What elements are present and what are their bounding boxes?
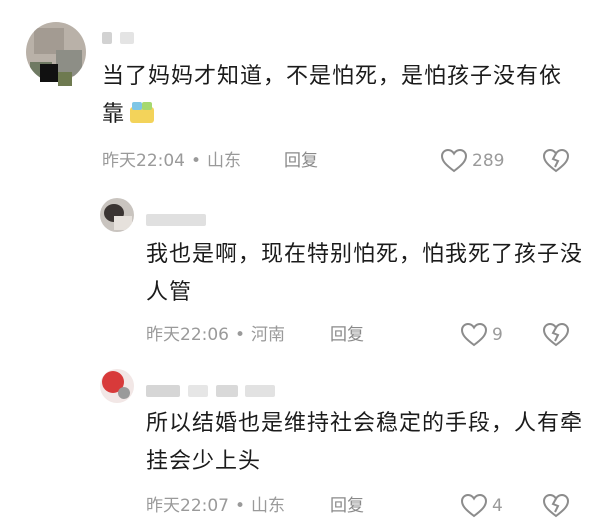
like-button[interactable]: 289 [440,148,504,174]
heart-outline-icon [460,493,488,518]
avatar-badge [58,72,72,86]
comment-text: 所以结婚也是维持社会稳定的手段，人有牵挂会少上头 [146,405,586,481]
like-count: 4 [492,496,503,516]
reply-button[interactable]: 回复 [330,324,364,346]
like-count: 9 [492,325,503,345]
meta-separator: • [235,496,246,516]
comment-item: 当了妈妈才知道，不是怕死，是怕孩子没有依靠 昨天22:04 • 山东 回复 289 [0,0,600,180]
avatar[interactable] [100,369,134,403]
username-redacted[interactable] [146,383,279,397]
dislike-button[interactable] [542,493,570,523]
comment-text: 我也是啊，现在特别怕死，怕我死了孩子没人管 [146,236,586,312]
reply-item: 我也是啊，现在特别怕死，怕我死了孩子没人管 昨天22:06 • 河南 回复 9 [0,180,600,355]
meta-separator: • [191,151,202,171]
broken-heart-icon [542,493,570,518]
heart-outline-icon [440,148,468,173]
like-count: 289 [472,151,505,171]
comment-meta: 昨天22:07 • 山东 [146,495,285,517]
dislike-button[interactable] [542,322,570,352]
username-redacted[interactable] [146,212,210,226]
meta-separator: • [235,325,246,345]
heart-outline-icon [460,322,488,347]
comment-time: 昨天22:06 [146,325,229,345]
dislike-button[interactable] [542,148,570,178]
comment-meta: 昨天22:06 • 河南 [146,324,285,346]
broken-heart-icon [542,148,570,173]
yellow-sticker-emoji-icon [129,100,155,138]
reply-button[interactable]: 回复 [330,495,364,517]
comment-text: 当了妈妈才知道，不是怕死，是怕孩子没有依靠 [102,58,562,138]
username-redacted[interactable] [102,30,138,44]
comment-location: 山东 [251,496,286,516]
comment-location: 山东 [207,151,242,171]
comment-text-content: 所以结婚也是维持社会稳定的手段，人有牵挂会少上头 [146,411,584,474]
like-button[interactable]: 4 [460,493,503,519]
reply-button[interactable]: 回复 [284,150,318,172]
comment-meta: 昨天22:04 • 山东 [102,150,241,172]
comment-location: 河南 [251,325,286,345]
comment-text-content: 当了妈妈才知道，不是怕死，是怕孩子没有依靠 [102,64,563,127]
comment-time: 昨天22:07 [146,496,229,516]
like-button[interactable]: 9 [460,322,503,348]
reply-item: 所以结婚也是维持社会稳定的手段，人有牵挂会少上头 昨天22:07 • 山东 回复 4 [0,355,600,525]
avatar-badge [40,64,58,82]
avatar[interactable] [100,198,134,232]
comment-text-content: 我也是啊，现在特别怕死，怕我死了孩子没人管 [146,242,584,305]
broken-heart-icon [542,322,570,347]
comment-time: 昨天22:04 [102,151,185,171]
